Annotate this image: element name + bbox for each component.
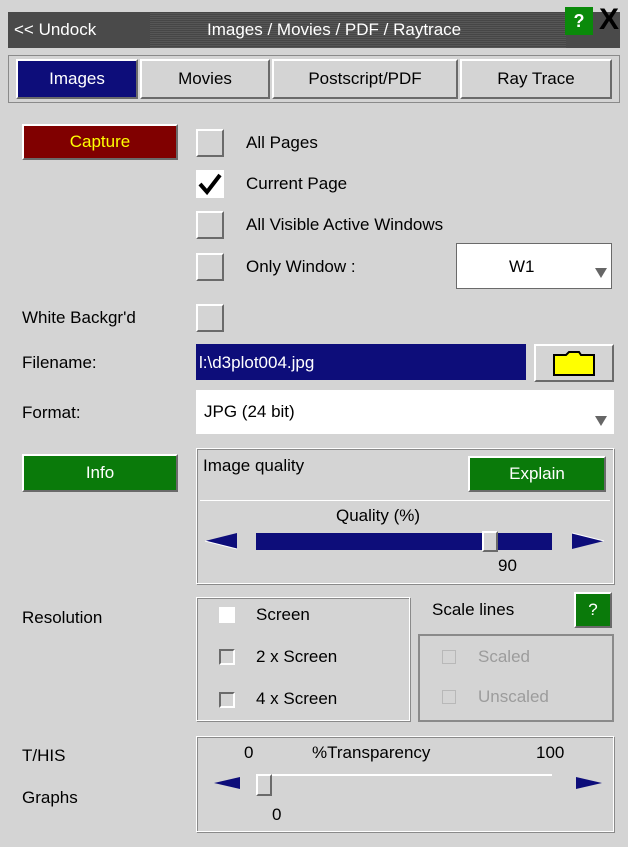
tab-postscript-pdf[interactable]: Postscript/PDF: [272, 59, 458, 99]
resolution-4x-label: 4 x Screen: [256, 689, 338, 708]
window-select-value: W1: [509, 257, 535, 276]
current-page-checkbox[interactable]: [196, 170, 224, 198]
tab-postscript-pdf-label: Postscript/PDF: [308, 69, 422, 88]
format-value: JPG (24 bit): [204, 402, 295, 421]
all-pages-checkbox[interactable]: [196, 129, 224, 157]
scaled-checkbox[interactable]: [442, 650, 456, 664]
transparency-left-arrow-icon[interactable]: [212, 775, 242, 791]
help-button-label: ?: [573, 10, 585, 31]
this-label: T/HIS: [22, 746, 66, 765]
white-background-label: White Backgr'd: [22, 308, 136, 327]
resolution-label: Resolution: [22, 608, 103, 627]
tab-images-label: Images: [49, 69, 105, 88]
quality-right-arrow-icon[interactable]: [570, 531, 606, 551]
resolution-2x-label: 2 x Screen: [256, 647, 338, 666]
all-visible-active-windows-label: All Visible Active Windows: [246, 215, 444, 234]
current-page-label: Current Page: [246, 174, 348, 193]
window-select[interactable]: W1: [456, 243, 612, 289]
scale-lines-help-button[interactable]: ?: [574, 592, 612, 628]
info-button[interactable]: Info: [22, 454, 178, 492]
only-window-checkbox[interactable]: [196, 253, 224, 281]
transparency-right-arrow-icon[interactable]: [574, 775, 604, 791]
scaled-label: Scaled: [478, 647, 530, 666]
resolution-4x-radio[interactable]: [219, 692, 235, 708]
resolution-screen-radio[interactable]: [219, 607, 235, 623]
format-select[interactable]: JPG (24 bit): [196, 390, 614, 434]
filename-label: Filename:: [22, 353, 97, 372]
dropdown-arrow-icon: [595, 416, 607, 426]
tab-movies-label: Movies: [178, 69, 232, 88]
window-title: Images / Movies / PDF / Raytrace: [207, 20, 462, 39]
filename-input[interactable]: l:\d3plot004.jpg: [196, 344, 526, 380]
close-icon[interactable]: X: [593, 3, 625, 36]
undock-button[interactable]: << Undock: [14, 21, 96, 38]
unscaled-checkbox[interactable]: [442, 690, 456, 704]
capture-button-label: Capture: [69, 132, 131, 151]
quality-slider-thumb[interactable]: [482, 531, 499, 552]
folder-icon: [553, 351, 595, 376]
filename-value: l:\d3plot004.jpg: [199, 353, 315, 372]
quality-left-arrow-icon[interactable]: [203, 531, 239, 551]
format-label: Format:: [22, 403, 81, 422]
resolution-screen-label: Screen: [256, 605, 310, 624]
tab-ray-trace[interactable]: Ray Trace: [460, 59, 612, 99]
quality-slider-label: Quality (%): [336, 506, 421, 525]
transparency-slider-thumb[interactable]: [256, 774, 272, 796]
info-button-label: Info: [85, 463, 115, 482]
unscaled-label: Unscaled: [478, 687, 549, 706]
quality-value: 90: [498, 556, 517, 575]
scale-lines-help-label: ?: [588, 600, 598, 619]
transparency-min: 0: [244, 743, 254, 762]
graphs-label: Graphs: [22, 788, 78, 807]
close-label: X: [598, 3, 619, 36]
scale-lines-label: Scale lines: [432, 600, 515, 619]
dropdown-arrow-icon: [595, 268, 607, 278]
help-button[interactable]: ?: [565, 7, 593, 35]
transparency-slider-label: %Transparency: [312, 743, 431, 762]
capture-button[interactable]: Capture: [22, 124, 178, 160]
tab-images[interactable]: Images: [16, 59, 138, 99]
checkmark-icon: [198, 173, 222, 196]
quality-slider-track[interactable]: [256, 533, 552, 550]
all-visible-active-windows-checkbox[interactable]: [196, 211, 224, 239]
explain-button[interactable]: Explain: [468, 456, 606, 492]
explain-button-label: Explain: [509, 464, 565, 483]
only-window-label: Only Window :: [246, 257, 356, 276]
image-quality-label: Image quality: [203, 456, 305, 475]
tab-movies[interactable]: Movies: [140, 59, 270, 99]
resolution-2x-radio[interactable]: [219, 649, 235, 665]
tab-ray-trace-label: Ray Trace: [497, 69, 575, 88]
white-background-checkbox[interactable]: [196, 304, 224, 332]
transparency-max: 100: [536, 743, 565, 762]
transparency-value: 0: [272, 805, 282, 824]
transparency-slider-track[interactable]: [256, 774, 552, 776]
browse-folder-button[interactable]: [534, 344, 614, 382]
all-pages-label: All Pages: [246, 133, 318, 152]
